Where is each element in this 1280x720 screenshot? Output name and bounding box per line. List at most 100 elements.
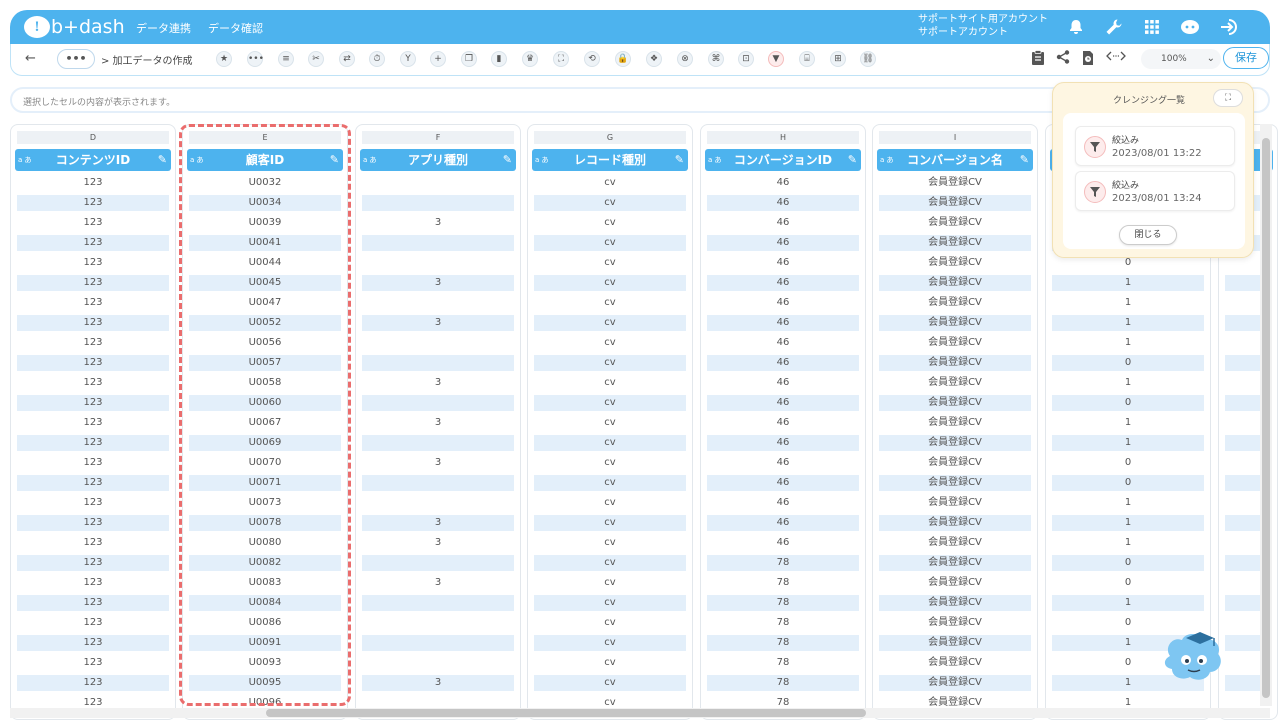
tool-timer-icon[interactable]: ⏱: [369, 51, 385, 67]
back-arrow-icon[interactable]: ←: [25, 51, 36, 66]
table-cell[interactable]: U0083: [189, 575, 341, 591]
tool-refresh-icon[interactable]: ⟲: [584, 51, 600, 67]
table-cell[interactable]: 123: [17, 375, 169, 391]
table-cell[interactable]: 123: [17, 655, 169, 671]
table-cell[interactable]: 78: [707, 575, 859, 591]
table-cell[interactable]: 会員登録CV: [879, 655, 1031, 671]
table-cell[interactable]: 123: [17, 515, 169, 531]
table-cell[interactable]: cv: [534, 175, 686, 191]
table-cell[interactable]: cv: [534, 655, 686, 671]
table-cell[interactable]: cv: [534, 635, 686, 651]
bdash-logo[interactable]: ! b+dash: [24, 15, 125, 39]
clipboard-icon[interactable]: [1029, 50, 1047, 70]
table-cell[interactable]: cv: [534, 215, 686, 231]
table-cell[interactable]: 3: [362, 575, 514, 591]
more-button[interactable]: •••: [57, 49, 95, 69]
table-cell[interactable]: 123: [17, 415, 169, 431]
table-cell[interactable]: 1: [1052, 595, 1204, 611]
table-cell[interactable]: 会員登録CV: [879, 255, 1031, 271]
table-cell[interactable]: cv: [534, 675, 686, 691]
table-cell[interactable]: 会員登録CV: [879, 275, 1031, 291]
table-cell[interactable]: 1: [1052, 375, 1204, 391]
table-cell[interactable]: 会員登録CV: [879, 355, 1031, 371]
zoom-select[interactable]: 100% ⌄: [1141, 49, 1221, 69]
tool-lock-icon[interactable]: 🔒: [615, 51, 631, 67]
tool-merge-icon[interactable]: Y: [400, 51, 416, 67]
table-cell[interactable]: U0071: [189, 475, 341, 491]
table-cell[interactable]: [362, 395, 514, 411]
table-cell[interactable]: 会員登録CV: [879, 395, 1031, 411]
table-cell[interactable]: 会員登録CV: [879, 415, 1031, 431]
table-cell[interactable]: cv: [534, 335, 686, 351]
table-cell[interactable]: U0056: [189, 335, 341, 351]
grid-menu-icon[interactable]: [1140, 15, 1164, 39]
table-cell[interactable]: U0047: [189, 295, 341, 311]
table-cell[interactable]: 会員登録CV: [879, 535, 1031, 551]
table-cell[interactable]: 46: [707, 215, 859, 231]
nav-data-check[interactable]: データ確認: [208, 20, 263, 36]
table-cell[interactable]: cv: [534, 535, 686, 551]
table-cell[interactable]: 123: [17, 535, 169, 551]
table-cell[interactable]: 78: [707, 655, 859, 671]
table-cell[interactable]: U0095: [189, 675, 341, 691]
column-header[interactable]: a あ レコード種別 ✎: [532, 149, 688, 171]
table-cell[interactable]: cv: [534, 435, 686, 451]
table-cell[interactable]: 46: [707, 315, 859, 331]
close-button[interactable]: 閉じる: [1119, 225, 1177, 245]
table-cell[interactable]: 会員登録CV: [879, 455, 1031, 471]
tool-crown-icon[interactable]: ♛: [522, 51, 538, 67]
table-cell[interactable]: 123: [17, 575, 169, 591]
table-cell[interactable]: 123: [17, 395, 169, 411]
table-cell[interactable]: U0091: [189, 635, 341, 651]
cleansing-item[interactable]: 絞込み 2023/08/01 13:22: [1075, 126, 1235, 166]
table-cell[interactable]: [362, 235, 514, 251]
table-cell[interactable]: 1: [1052, 535, 1204, 551]
bell-icon[interactable]: [1064, 15, 1088, 39]
table-cell[interactable]: cv: [534, 255, 686, 271]
column-letter[interactable]: D: [17, 131, 169, 144]
table-cell[interactable]: U0082: [189, 555, 341, 571]
table-cell[interactable]: 会員登録CV: [879, 375, 1031, 391]
edit-pencil-icon[interactable]: ✎: [503, 149, 512, 171]
column-header[interactable]: a あ コンテンツID ✎: [15, 149, 171, 171]
table-cell[interactable]: 78: [707, 555, 859, 571]
table-cell[interactable]: 3: [362, 535, 514, 551]
table-cell[interactable]: 123: [17, 315, 169, 331]
vertical-scrollbar[interactable]: [1260, 124, 1272, 706]
tool-chain-icon[interactable]: ⛓: [860, 51, 876, 67]
table-cell[interactable]: [362, 435, 514, 451]
table-cell[interactable]: 1: [1052, 275, 1204, 291]
table-cell[interactable]: U0070: [189, 455, 341, 471]
table-cell[interactable]: 46: [707, 515, 859, 531]
table-cell[interactable]: 0: [1052, 395, 1204, 411]
table-cell[interactable]: 3: [362, 215, 514, 231]
column-letter[interactable]: H: [707, 131, 859, 144]
table-cell[interactable]: 1: [1052, 435, 1204, 451]
tool-copy-icon[interactable]: ❐: [461, 51, 477, 67]
tool-grid-icon[interactable]: ⊞: [830, 51, 846, 67]
table-cell[interactable]: [362, 295, 514, 311]
table-cell[interactable]: 1: [1052, 415, 1204, 431]
table-cell[interactable]: 123: [17, 355, 169, 371]
table-cell[interactable]: 123: [17, 295, 169, 311]
table-cell[interactable]: U0034: [189, 195, 341, 211]
table-cell[interactable]: 会員登録CV: [879, 195, 1031, 211]
table-cell[interactable]: [362, 335, 514, 351]
tool-list-icon[interactable]: ≡: [278, 51, 294, 67]
table-cell[interactable]: 会員登録CV: [879, 435, 1031, 451]
account-info[interactable]: サポートサイト用アカウント サポートアカウント: [918, 13, 1048, 39]
table-cell[interactable]: 46: [707, 195, 859, 211]
mascot-helper-icon[interactable]: [1160, 626, 1228, 688]
tool-trash-icon[interactable]: ▮: [491, 51, 507, 67]
table-cell[interactable]: 46: [707, 415, 859, 431]
table-cell[interactable]: U0060: [189, 395, 341, 411]
table-cell[interactable]: 0: [1052, 355, 1204, 371]
tool-dots-icon[interactable]: •••: [247, 51, 264, 67]
table-cell[interactable]: 46: [707, 175, 859, 191]
logout-icon[interactable]: [1218, 15, 1242, 39]
table-cell[interactable]: 0: [1052, 455, 1204, 471]
column-letter[interactable]: F: [362, 131, 514, 144]
table-cell[interactable]: U0044: [189, 255, 341, 271]
table-cell[interactable]: cv: [534, 415, 686, 431]
table-cell[interactable]: 46: [707, 395, 859, 411]
